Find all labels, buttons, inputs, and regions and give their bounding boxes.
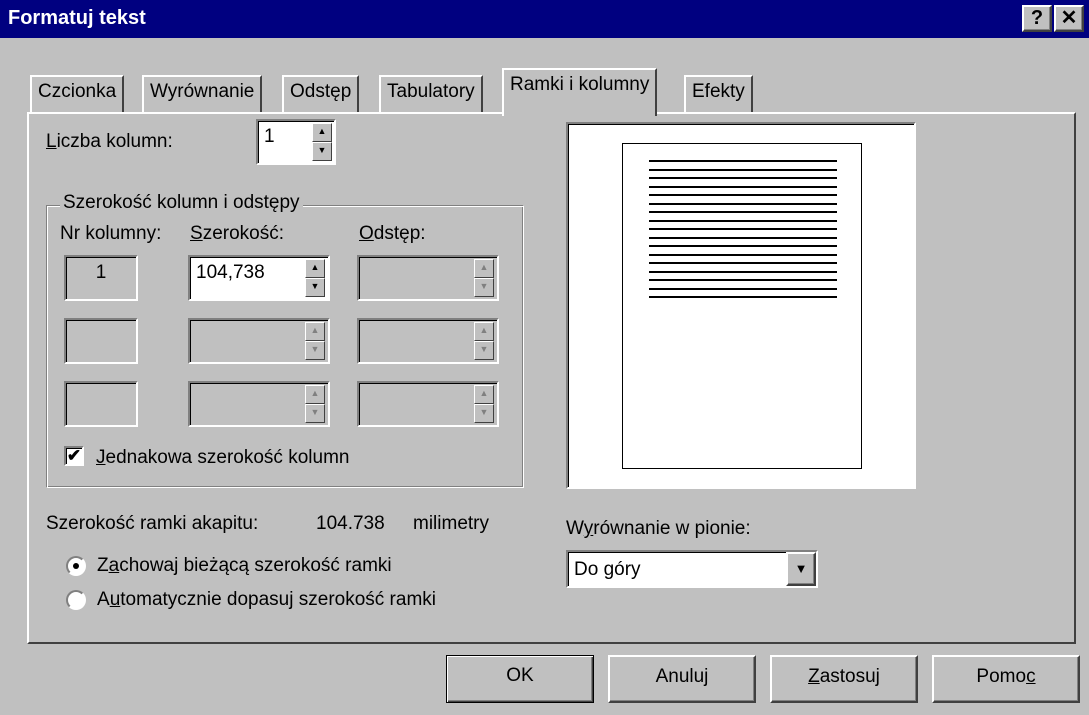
column-count-spinner[interactable]: ▲ ▼: [312, 123, 332, 161]
column-spacing-spinner-2: ▲ ▼: [474, 322, 494, 360]
tab-wyrownanie[interactable]: Wyrównanie: [142, 75, 263, 113]
column-spacing-spinner-1: ▲ ▼: [474, 259, 494, 297]
preview-text-line: [649, 287, 837, 290]
apply-button[interactable]: Zastosuj: [770, 655, 918, 703]
spin-down-icon: ▼: [305, 341, 325, 360]
tab-label: Efekty: [692, 81, 745, 102]
preview-text-line: [649, 160, 837, 162]
preview-text-line: [649, 296, 837, 298]
preview-text-line: [649, 262, 837, 264]
preview-text-line: [649, 177, 837, 179]
column-number-2: [64, 318, 138, 364]
preview-text-line: [649, 194, 837, 196]
column-number-header: Nr kolumny:: [60, 223, 162, 244]
spin-up-icon: ▲: [305, 322, 325, 341]
preview-page: [622, 143, 862, 469]
tab-efekty[interactable]: Efekty: [684, 75, 753, 113]
preview-text-line: [649, 185, 837, 188]
spin-up-icon: ▲: [474, 322, 494, 341]
frame-width-unit: milimetry: [413, 513, 489, 534]
spin-up-icon[interactable]: ▲: [305, 259, 325, 278]
spin-up-icon: ▲: [474, 385, 494, 404]
preview-text-line: [649, 245, 837, 247]
preview-text-line: [649, 211, 837, 213]
spin-down-icon: ▼: [305, 404, 325, 423]
title-bar: Formatuj tekst ? ✕: [0, 0, 1089, 38]
checkmark-icon: ✔: [66, 446, 82, 465]
keep-width-label: Zachowaj bieżącą szerokość ramki: [97, 555, 392, 576]
auto-width-radio[interactable]: [66, 590, 86, 610]
tab-label: Odstęp: [290, 81, 352, 102]
equal-width-checkbox[interactable]: ✔: [64, 446, 84, 466]
tab-label: Wyrównanie: [150, 81, 255, 102]
preview-text-line: [649, 168, 837, 171]
preview-text-line: [649, 253, 837, 256]
preview-text-line: [649, 202, 837, 205]
tab-odstep[interactable]: Odstęp: [282, 75, 360, 113]
column-spacing-spinner-3: ▲ ▼: [474, 385, 494, 423]
preview-text-line: [649, 228, 837, 230]
radio-dot-icon: [73, 563, 79, 569]
spin-up-icon[interactable]: ▲: [312, 123, 332, 142]
preview-text-line: [649, 270, 837, 273]
cancel-button[interactable]: Anuluj: [608, 655, 756, 703]
spin-down-icon: ▼: [474, 341, 494, 360]
window-title: Formatuj tekst: [8, 7, 146, 29]
spin-down-icon[interactable]: ▼: [312, 142, 332, 161]
column-number-3: [64, 381, 138, 427]
spin-down-icon: ▼: [474, 404, 494, 423]
ok-button[interactable]: OK: [446, 655, 594, 703]
spin-down-icon: ▼: [474, 278, 494, 297]
help-button[interactable]: Pomoc: [932, 655, 1080, 703]
spin-down-icon[interactable]: ▼: [305, 278, 325, 297]
preview-text-line: [649, 219, 837, 222]
tab-label: Tabulatory: [387, 81, 475, 102]
column-count-label: Liczba kolumn:: [46, 131, 173, 152]
auto-width-label: Automatycznie dopasuj szerokość ramki: [97, 589, 437, 610]
column-width-spinner-3: ▲ ▼: [305, 385, 325, 423]
help-icon[interactable]: ?: [1022, 5, 1052, 32]
tab-tabulatory[interactable]: Tabulatory: [379, 75, 483, 113]
tab-label: Czcionka: [38, 81, 117, 102]
spin-up-icon: ▲: [474, 259, 494, 278]
column-width-spinner-1[interactable]: ▲ ▼: [305, 259, 325, 297]
spin-up-icon: ▲: [305, 385, 325, 404]
equal-width-label: Jednakowa szerokość kolumn: [96, 447, 350, 468]
width-header: Szerokość:: [190, 223, 284, 244]
tab-label: Ramki i kolumny: [510, 74, 650, 95]
close-icon[interactable]: ✕: [1054, 5, 1084, 32]
frame-width-label: Szerokość ramki akapitu:: [46, 513, 259, 534]
frame-width-value: 104.738: [316, 513, 385, 534]
group-title: Szerokość kolumn i odstępy: [60, 192, 303, 214]
tab-ramki-i-kolumny[interactable]: Ramki i kolumny: [502, 68, 658, 116]
tab-czcionka[interactable]: Czcionka: [30, 75, 125, 113]
keep-width-radio[interactable]: [66, 556, 86, 576]
column-width-spinner-2: ▲ ▼: [305, 322, 325, 360]
preview-text-line: [649, 279, 837, 281]
preview-text-line: [649, 236, 837, 239]
column-number-1: 1: [64, 255, 138, 301]
vertical-alignment-label: Wyrównanie w pionie:: [566, 518, 751, 539]
spacing-header: Odstęp:: [359, 223, 426, 244]
